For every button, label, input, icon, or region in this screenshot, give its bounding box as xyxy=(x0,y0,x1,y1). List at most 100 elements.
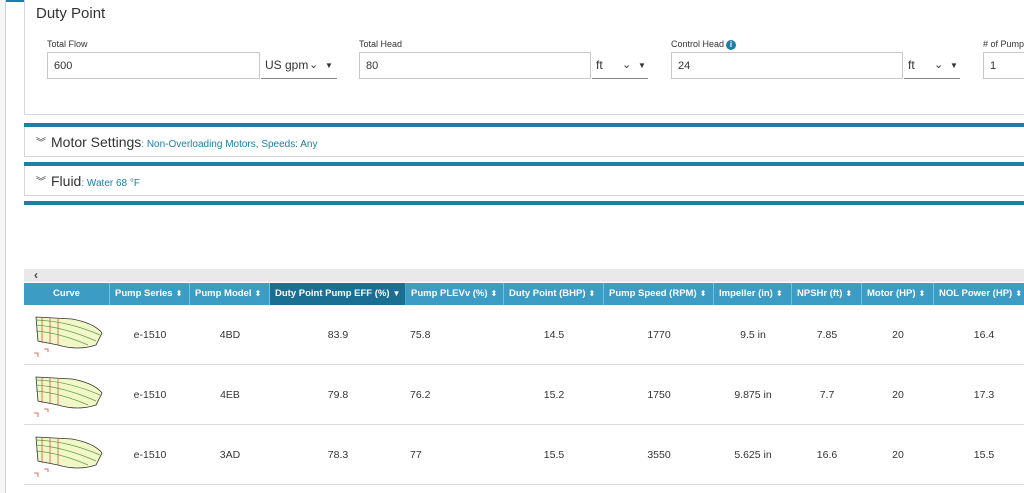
sort-icon[interactable]: ⬍ xyxy=(700,289,707,298)
cell-pump-model: 4BD xyxy=(219,329,241,341)
table-row-partial[interactable] xyxy=(24,485,1024,493)
left-rail xyxy=(0,0,6,493)
results-table-header: Curve Pump Series ⬍ Pump Model ⬍ Duty Poin… xyxy=(24,283,1024,305)
column-label: Pump Series xyxy=(115,288,173,299)
cell-impeller: 9.5 in xyxy=(740,329,766,341)
cell-nol-power: 17.3 xyxy=(973,389,995,401)
column-label: Pump Model xyxy=(195,288,252,299)
chevron-left-icon[interactable]: ‹ xyxy=(34,268,38,282)
column-header-pump-model[interactable]: Pump Model ⬍ xyxy=(190,283,270,305)
fluid-summary: : Water 68 °F xyxy=(81,178,141,189)
sort-icon[interactable]: ⬍ xyxy=(254,289,261,298)
fluid-title: Fluid: Water 68 °F xyxy=(51,173,140,189)
num-pumps-label: # of Pump xyxy=(983,39,1024,49)
cell-pump-plevv: 75.8 xyxy=(410,329,431,341)
pump-curve-thumbnail[interactable] xyxy=(28,431,106,479)
table-row[interactable]: e-1510 3AD 78.3 77 15.5 3550 5.625 in 16… xyxy=(24,425,1024,485)
cell-motor: 20 xyxy=(892,449,904,461)
cell-pump-speed: 1770 xyxy=(647,329,671,341)
motor-settings-section[interactable]: ︾ Motor Settings: Non-Overloading Motors… xyxy=(24,127,1024,157)
total-head-unit-select[interactable]: ft ⌄ ▼ xyxy=(592,52,648,79)
total-head-unit-value: ft xyxy=(596,58,603,72)
cell-motor: 20 xyxy=(892,329,904,341)
column-header-nol-power[interactable]: NOL Power (HP) ⬍ xyxy=(934,283,1024,305)
pump-curve-thumbnail[interactable] xyxy=(28,371,106,419)
column-label: Duty Point Pump EFF (%) xyxy=(275,288,390,299)
cell-duty-point-eff: 79.8 xyxy=(327,389,349,401)
cell-duty-point-bhp: 15.2 xyxy=(543,389,565,401)
cell-pump-plevv: 77 xyxy=(410,449,422,461)
cell-pump-series: e-1510 xyxy=(133,389,167,401)
cell-duty-point-bhp: 15.5 xyxy=(543,449,565,461)
column-label: Pump PLEVv (%) xyxy=(411,288,488,299)
sort-icon[interactable]: ⬍ xyxy=(1015,289,1022,298)
cell-npshr: 16.6 xyxy=(816,449,838,461)
sort-icon[interactable]: ⬍ xyxy=(776,289,783,298)
cell-duty-point-bhp: 14.5 xyxy=(543,329,565,341)
sort-icon[interactable]: ⬍ xyxy=(845,289,852,298)
double-chevron-down-icon[interactable]: ︾ xyxy=(36,173,46,188)
cell-nol-power: 16.4 xyxy=(973,329,995,341)
horizontal-scrollbar[interactable]: ‹ xyxy=(24,268,1024,282)
cell-duty-point-eff: 83.9 xyxy=(327,329,349,341)
control-head-label-text: Control Head xyxy=(671,39,725,49)
sort-desc-icon[interactable]: ▼ xyxy=(393,289,401,298)
control-head-unit-value: ft xyxy=(908,58,915,72)
caret-down-icon: ▼ xyxy=(325,61,333,70)
info-icon[interactable]: i xyxy=(726,40,737,50)
control-head-unit-select[interactable]: ft ⌄ ▼ xyxy=(904,52,960,79)
table-row[interactable]: e-1510 4EB 79.8 76.2 15.2 1750 9.875 in … xyxy=(24,365,1024,425)
control-head-input[interactable]: 24 xyxy=(671,52,903,79)
column-label: NOL Power (HP) xyxy=(939,288,1013,299)
caret-down-icon: ▼ xyxy=(950,61,958,70)
column-label: Impeller (in) xyxy=(719,288,773,299)
num-pumps-input[interactable]: 1 xyxy=(983,52,1024,79)
column-header-impeller[interactable]: Impeller (in) ⬍ xyxy=(714,283,792,305)
column-header-npshr[interactable]: NPSHr (ft) ⬍ xyxy=(792,283,862,305)
total-head-label: Total Head xyxy=(359,39,403,49)
total-flow-unit-select[interactable]: US gpm ⌄ ▼ xyxy=(261,52,337,79)
column-header-duty-point-eff[interactable]: Duty Point Pump EFF (%) ▼ xyxy=(270,283,406,305)
total-flow-input[interactable]: 600 xyxy=(47,52,260,79)
double-chevron-down-icon[interactable]: ︾ xyxy=(36,134,46,149)
cell-npshr: 7.85 xyxy=(816,329,838,341)
column-header-pump-speed[interactable]: Pump Speed (RPM) ⬍ xyxy=(604,283,714,305)
cell-impeller: 5.625 in xyxy=(734,449,772,461)
column-header-pump-series[interactable]: Pump Series ⬍ xyxy=(110,283,190,305)
column-header-curve[interactable]: Curve xyxy=(24,283,110,305)
sort-icon[interactable]: ⬍ xyxy=(491,289,498,298)
duty-point-title: Duty Point xyxy=(36,5,106,22)
cell-pump-series: e-1510 xyxy=(133,449,167,461)
chevron-down-icon: ⌄ xyxy=(934,59,944,71)
chevron-down-icon: ⌄ xyxy=(622,59,632,71)
cell-nol-power: 15.5 xyxy=(973,449,995,461)
fluid-section[interactable]: ︾ Fluid: Water 68 °F xyxy=(24,166,1024,196)
column-header-motor[interactable]: Motor (HP) ⬍ xyxy=(862,283,934,305)
sort-icon[interactable]: ⬍ xyxy=(589,289,596,298)
total-head-input[interactable]: 80 xyxy=(359,52,591,79)
fluid-title-text: Fluid xyxy=(51,173,82,189)
total-flow-label: Total Flow xyxy=(47,39,88,49)
column-header-pump-plevv[interactable]: Pump PLEVv (%) ⬍ xyxy=(406,283,504,305)
cell-pump-speed: 3550 xyxy=(647,449,671,461)
cell-impeller: 9.875 in xyxy=(734,389,772,401)
cell-npshr: 7.7 xyxy=(819,389,835,401)
column-header-duty-point-bhp[interactable]: Duty Point (BHP) ⬍ xyxy=(504,283,604,305)
cell-pump-model: 4EB xyxy=(220,389,240,401)
sort-icon[interactable]: ⬍ xyxy=(176,289,183,298)
cell-motor: 20 xyxy=(892,389,904,401)
motor-settings-summary: : Non-Overloading Motors, Speeds: Any xyxy=(141,139,318,150)
control-head-label: Control Head i xyxy=(671,39,737,50)
total-flow-unit-value: US gpm xyxy=(265,58,309,72)
sort-icon[interactable]: ⬍ xyxy=(919,289,926,298)
column-label: Duty Point (BHP) xyxy=(509,288,586,299)
results-bar xyxy=(24,201,1024,205)
pump-selection-page: Duty Point Total Flow 600 US gpm ⌄ ▼ Tot… xyxy=(0,0,1024,493)
cell-duty-point-eff: 78.3 xyxy=(327,449,349,461)
motor-settings-title: Motor Settings: Non-Overloading Motors, … xyxy=(51,134,317,150)
pump-curve-thumbnail[interactable] xyxy=(28,311,106,359)
column-label: Motor (HP) xyxy=(867,288,916,299)
table-row[interactable]: e-1510 4BD 83.9 75.8 14.5 1770 9.5 in 7.… xyxy=(24,305,1024,365)
column-label: NPSHr (ft) xyxy=(797,288,843,299)
cell-pump-speed: 1750 xyxy=(647,389,671,401)
